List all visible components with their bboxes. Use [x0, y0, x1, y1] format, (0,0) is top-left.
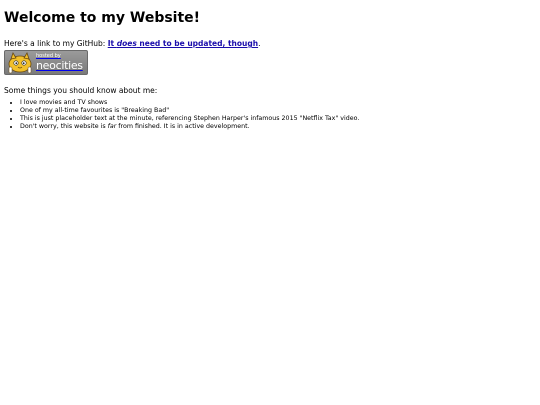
github-link-emphasis: does [116, 39, 137, 48]
github-link-text-1: It [107, 39, 117, 48]
last-fact-after: from finished. It is in active developme… [116, 123, 250, 130]
neocities-badge-text: hosted by neocities [36, 54, 83, 72]
list-item: This is just placeholder text at the min… [20, 115, 536, 123]
intro-text: Some things you should know about me: [4, 86, 158, 95]
list-item: I love movies and TV shows [20, 99, 536, 107]
github-link[interactable]: It does need to be updated, though [108, 39, 258, 48]
neocities-cat-icon [8, 52, 32, 74]
github-prefix: Here's a link to my GitHub: [4, 39, 108, 48]
page: Welcome to my Website! Here's a link to … [0, 0, 540, 405]
last-fact-emphasis: far [107, 123, 117, 130]
last-fact-before: Don't worry, this website is [20, 123, 108, 130]
github-suffix: . [258, 39, 261, 48]
neocities-badge[interactable]: hosted by neocities [4, 50, 88, 75]
facts-list: I love movies and TV shows One of my all… [4, 99, 536, 131]
github-link-text-2: need to be updated, though [136, 39, 259, 48]
github-line: Here's a link to my GitHub: It does need… [4, 39, 536, 49]
badge-brand: neocities [36, 59, 83, 72]
list-item: One of my all-time favourites is "Breaki… [20, 107, 536, 115]
page-title: Welcome to my Website! [4, 10, 201, 26]
list-item: Don't worry, this website is far from fi… [20, 123, 536, 131]
